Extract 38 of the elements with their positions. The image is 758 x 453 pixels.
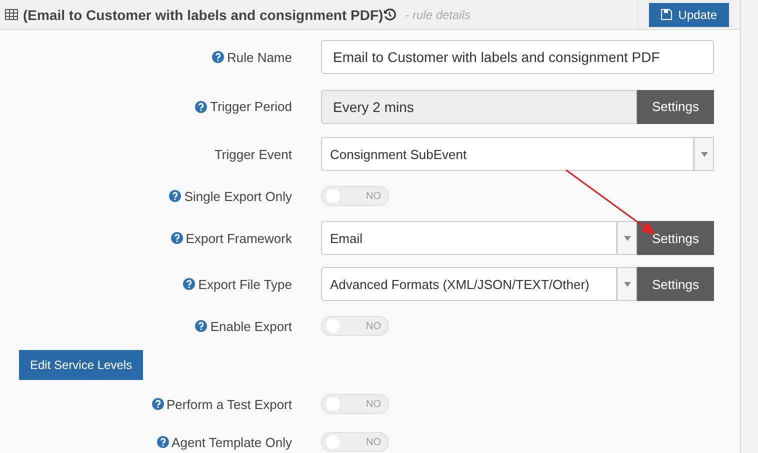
caret-icon (624, 282, 630, 286)
settings-button[interactable]: Settings (637, 221, 714, 255)
rule-title: (Email to Customer with labels and consignment PDF) (23, 6, 384, 22)
label-text: Rule Name (226, 50, 292, 64)
help-icon[interactable] (170, 232, 183, 244)
help-icon[interactable] (195, 100, 208, 112)
select-field[interactable]: Advanced Formats (XML/JSON/TEXT/Other) (321, 267, 617, 301)
dropdown-toggle[interactable] (694, 137, 714, 171)
trigger-period-field: Every 2 mins (321, 90, 637, 124)
help-icon[interactable] (183, 278, 196, 290)
dropdown-toggle[interactable] (617, 267, 637, 301)
label-text: Trigger Event (214, 146, 292, 162)
help-icon[interactable] (212, 51, 224, 63)
label-text: Export Framework (186, 230, 292, 246)
rule-name-input[interactable]: Email to Customer with labels and consignment PDF (321, 40, 714, 74)
rule-subtitle: - rule details (405, 8, 471, 22)
caret-icon (700, 152, 708, 156)
edit-service-levels-button[interactable]: Edit Service Levels (19, 350, 144, 380)
select-field[interactable]: Email (321, 221, 617, 255)
dropdown-toggle[interactable] (617, 221, 637, 255)
label-text: Export File Type (198, 276, 292, 292)
help-icon[interactable] (152, 398, 164, 410)
label-text: Perform a Test Export (166, 396, 292, 412)
help-icon[interactable] (195, 320, 208, 332)
save-icon (661, 9, 672, 20)
settings-button[interactable]: Settings (637, 267, 714, 301)
select-field[interactable]: Consignment SubEvent (321, 137, 694, 171)
caret-icon (624, 236, 630, 240)
label-text: Agent Template Only (172, 434, 292, 450)
update-button[interactable]: Update (649, 2, 729, 26)
help-icon[interactable] (169, 190, 182, 202)
help-icon[interactable] (156, 436, 169, 448)
table-icon (5, 9, 18, 20)
label-text: Trigger Period (210, 99, 292, 114)
settings-button[interactable]: Settings (637, 90, 714, 124)
history-icon[interactable] (383, 8, 396, 21)
label-text: Enable Export (210, 318, 292, 334)
label-text: Single Export Only (184, 188, 292, 204)
